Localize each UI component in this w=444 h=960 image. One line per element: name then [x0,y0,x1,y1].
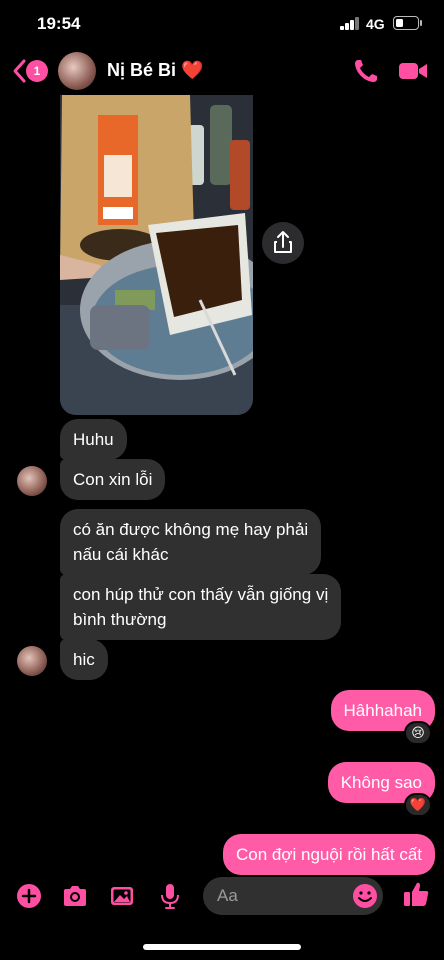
message-text-line: bình thường [73,610,167,629]
status-time: 19:54 [37,14,81,33]
chat-header: 1 Nị Bé Bi ❤️ [0,48,444,94]
unread-badge: 1 [26,60,48,82]
message-text: hic [73,650,95,669]
message-text: Con đợi nguội rồi hất cất [236,845,422,864]
reaction-sad-emoji[interactable]: 😢 [404,721,432,745]
message-text-line: nấu cái khác [73,545,169,564]
video-camera-icon[interactable] [397,58,429,84]
emoji-icon[interactable] [352,883,378,909]
message-bubble[interactable]: Huhu [60,419,127,460]
phone-icon[interactable] [352,57,380,85]
image-icon[interactable] [108,882,136,910]
contact-name[interactable]: Nị Bé Bi ❤️ [107,60,203,81]
message-text-line: con húp thử con thấy vẫn giống vị [73,585,329,604]
plus-icon[interactable] [15,882,43,910]
sender-avatar[interactable] [17,466,47,496]
battery-fill [396,19,403,27]
status-bar: 19:54 4G [0,0,444,48]
microphone-icon[interactable] [156,882,184,910]
photo-message[interactable] [60,95,253,415]
home-indicator[interactable] [143,944,301,950]
message-bubble[interactable]: hic [60,639,108,680]
sender-avatar[interactable] [17,646,47,676]
network-label: 4G [366,16,385,32]
message-bubble[interactable]: Con xin lỗi [60,459,166,500]
message-text-line: có ăn được không mẹ hay phải [73,520,309,539]
contact-avatar[interactable] [58,52,96,90]
message-input-container[interactable] [203,877,383,915]
reaction-heart-emoji[interactable]: ❤️ [404,793,432,817]
signal-icon [340,17,360,30]
message-bubble-sent[interactable]: Con đợi nguội rồi hất cất [223,834,435,875]
message-bubble[interactable]: có ăn được không mẹ hay phải nấu cái khá… [60,509,322,575]
message-bubble[interactable]: con húp thử con thấy vẫn giống vị bình t… [60,574,342,640]
battery-cap [420,20,422,26]
thumbs-up-icon[interactable] [401,879,431,909]
battery-icon [393,16,419,30]
message-composer [0,870,444,920]
food-photo [60,95,253,415]
message-input[interactable] [217,877,347,915]
message-text: Không sao [340,773,422,792]
message-text: Huhu [73,430,114,449]
share-icon[interactable] [262,222,304,264]
message-text: Hâhhahah [343,701,422,720]
message-text: Con xin lỗi [73,470,153,489]
camera-icon[interactable] [61,882,89,910]
